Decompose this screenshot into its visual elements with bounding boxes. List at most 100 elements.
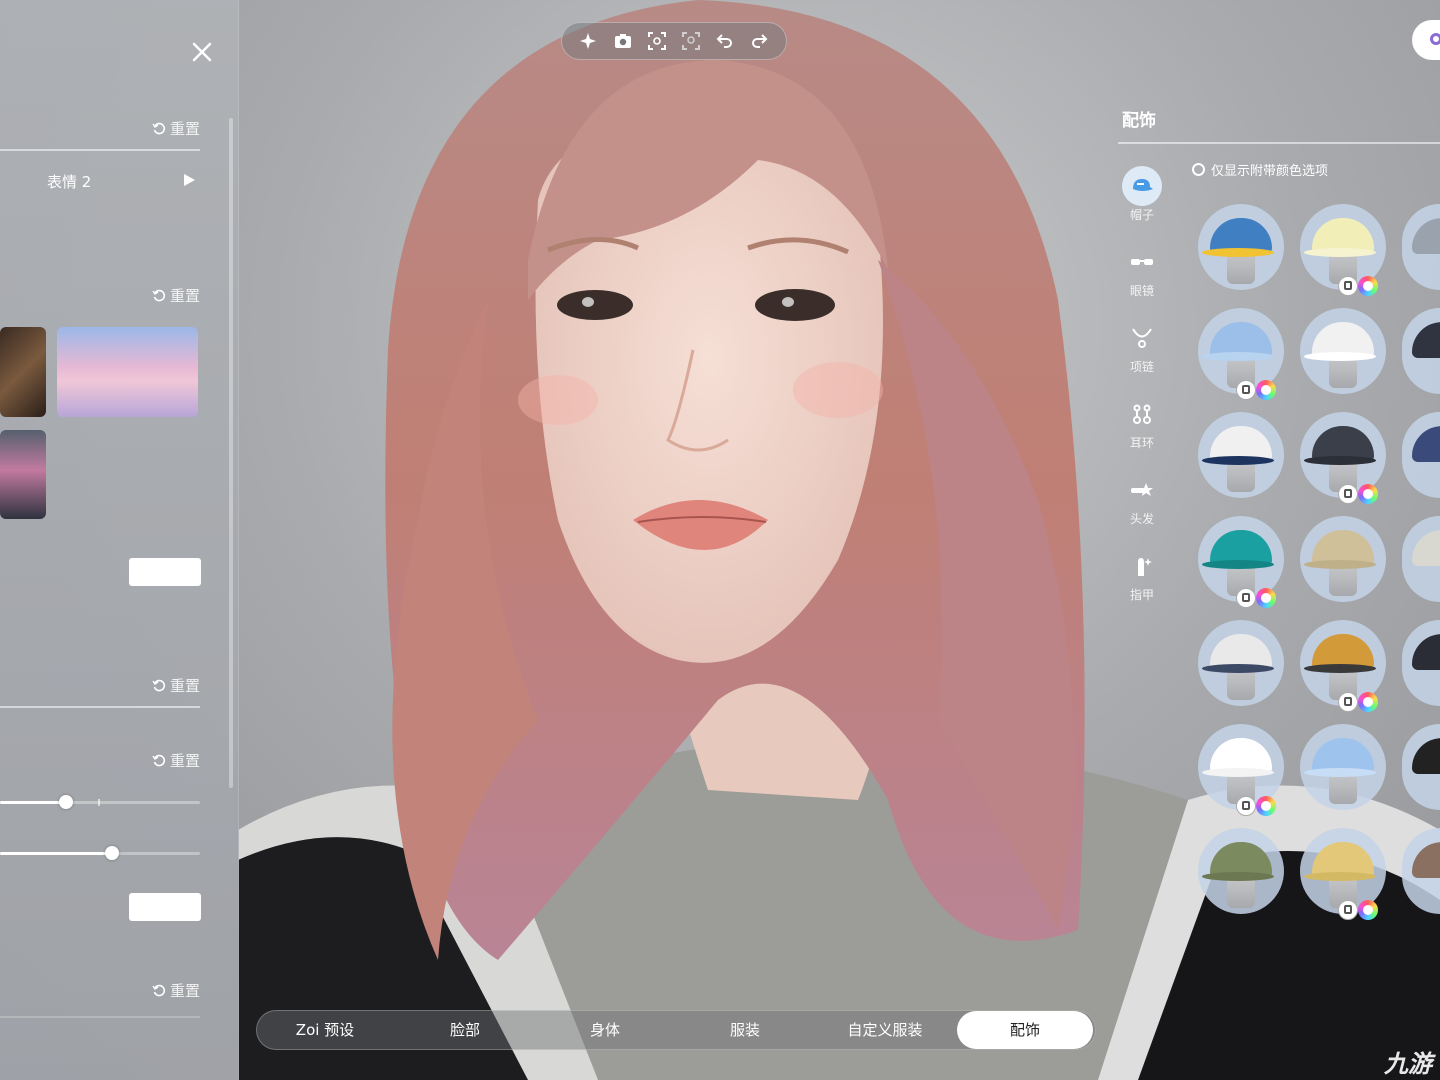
custom-badge-icon (1236, 380, 1256, 400)
color-swatch[interactable] (129, 893, 201, 921)
sparkle-button[interactable] (578, 30, 600, 52)
custom-badge-icon (1236, 588, 1256, 608)
category-label: 头发 (1129, 512, 1154, 526)
category-label: 指甲 (1129, 588, 1154, 602)
hat-brim (1202, 560, 1274, 569)
hat-icon (1133, 179, 1153, 191)
reset-button[interactable]: 重置 (152, 285, 200, 306)
tab-face[interactable]: 脸部 (397, 1011, 533, 1049)
color-options-filter[interactable]: 仅显示附带颜色选项 (1192, 160, 1328, 179)
hat-item[interactable] (1300, 620, 1386, 712)
main-tab-bar: Zoi 预设 脸部 身体 服装 自定义服装 配饰 (256, 1010, 1096, 1050)
close-button[interactable] (188, 38, 216, 66)
tab-clothing[interactable]: 服装 (677, 1011, 813, 1049)
profile-icon (1430, 33, 1440, 45)
category-hair-accessory[interactable]: 头发 (1118, 470, 1166, 527)
color-wheel-icon (1256, 588, 1276, 608)
hat-brim (1304, 768, 1376, 777)
hat-item[interactable] (1300, 516, 1386, 602)
reset-button[interactable]: 重置 (152, 118, 200, 139)
background-thumbnail-room[interactable] (0, 327, 46, 417)
watermark: 九游 (1384, 1050, 1432, 1078)
category-label: 眼镜 (1129, 284, 1154, 298)
background-thumbnail-sky[interactable] (57, 327, 198, 417)
reset-button[interactable]: 重置 (152, 750, 200, 771)
category-label: 耳环 (1129, 436, 1154, 450)
hat-brim (1202, 248, 1274, 257)
hat-item[interactable] (1198, 620, 1284, 706)
hat-item[interactable] (1198, 828, 1284, 914)
expression-selector[interactable]: 表情 2 (0, 165, 210, 197)
reset-label: 重置 (169, 982, 200, 1000)
color-wheel-icon (1358, 276, 1378, 296)
camera-button[interactable] (612, 30, 634, 52)
hat-brim (1202, 768, 1274, 777)
category-glasses[interactable]: 眼镜 (1118, 242, 1166, 299)
hat-item[interactable] (1198, 516, 1284, 608)
panel-divider (1118, 142, 1440, 144)
tab-body[interactable]: 身体 (537, 1011, 673, 1049)
hat-brim (1304, 560, 1376, 569)
radio-icon[interactable] (1192, 163, 1205, 176)
hat-item[interactable] (1300, 308, 1386, 394)
reset-icon (152, 289, 166, 301)
undo-icon (716, 34, 732, 48)
hat-item[interactable] (1198, 308, 1284, 400)
redo-button[interactable] (748, 30, 770, 52)
reset-icon (152, 122, 166, 134)
viewport-toolbar (561, 22, 787, 60)
section-divider (0, 149, 200, 151)
play-icon[interactable] (184, 174, 195, 186)
reset-label: 重置 (169, 120, 200, 138)
hat-item[interactable] (1198, 204, 1284, 290)
hat-item[interactable] (1300, 828, 1386, 920)
hat-crown (1412, 322, 1440, 358)
category-earring[interactable]: 耳环 (1118, 394, 1166, 451)
color-wheel-icon (1256, 380, 1276, 400)
reset-label: 重置 (169, 677, 200, 695)
background-thumbnail-street[interactable] (0, 430, 46, 519)
close-icon (192, 42, 212, 62)
reset-icon (152, 754, 166, 766)
undo-button[interactable] (714, 30, 736, 52)
custom-badge-icon (1338, 692, 1358, 712)
tab-zoi-preset[interactable]: Zoi 预设 (257, 1011, 393, 1049)
focus-frame-button[interactable] (646, 30, 668, 52)
hat-item[interactable] (1300, 724, 1386, 810)
hat-item[interactable] (1198, 724, 1284, 816)
earring-icon (1133, 404, 1151, 424)
hat-brim (1202, 872, 1274, 881)
category-nail[interactable]: 指甲 (1118, 546, 1166, 603)
tab-custom-clothing[interactable]: 自定义服装 (817, 1011, 953, 1049)
hat-brim (1304, 872, 1376, 881)
hat-item[interactable] (1300, 412, 1386, 504)
necklace-icon (1132, 328, 1152, 348)
slider-1[interactable] (0, 792, 200, 812)
slider-2[interactable] (0, 843, 200, 863)
reset-icon (152, 679, 166, 691)
color-wheel-icon (1358, 484, 1378, 504)
hat-item[interactable] (1300, 204, 1386, 296)
hat-crown (1412, 842, 1440, 878)
left-panel-scrollbar[interactable] (229, 118, 233, 788)
reset-button[interactable]: 重置 (152, 980, 200, 1001)
hat-crown (1412, 530, 1440, 566)
custom-badge-icon (1236, 796, 1256, 816)
reset-icon (152, 984, 166, 996)
reset-button[interactable]: 重置 (152, 675, 200, 696)
color-swatch[interactable] (129, 558, 201, 586)
category-hat[interactable]: 帽子 (1118, 166, 1166, 223)
category-label: 项链 (1129, 360, 1154, 374)
hair-clip-icon (1131, 483, 1153, 496)
custom-badge-icon (1338, 484, 1358, 504)
glasses-icon (1131, 259, 1153, 265)
face-scan-button[interactable] (680, 30, 702, 52)
reset-label: 重置 (169, 287, 200, 305)
tab-accessories[interactable]: 配饰 (957, 1011, 1093, 1049)
redo-icon (752, 34, 768, 48)
hat-brim (1304, 248, 1376, 257)
hat-brim (1304, 352, 1376, 361)
category-necklace[interactable]: 项链 (1118, 318, 1166, 375)
hat-item[interactable] (1198, 412, 1284, 498)
sparkle-icon (580, 33, 596, 49)
